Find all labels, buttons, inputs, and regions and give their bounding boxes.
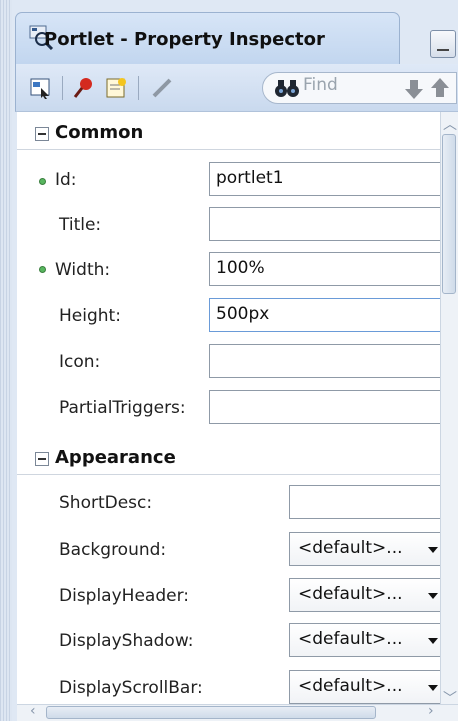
display-shadow-select[interactable]: <default>... (289, 623, 444, 657)
background-select[interactable]: <default>... (289, 532, 444, 566)
pencil-icon[interactable] (150, 76, 174, 100)
title-field[interactable] (209, 207, 444, 241)
section-appearance-header[interactable]: Appearance (17, 444, 444, 474)
short-desc-field[interactable] (289, 485, 444, 519)
properties-pane: Common Id: portlet1 Title: Width: 100% H… (17, 112, 444, 704)
display-header-select[interactable]: <default>... (289, 578, 444, 612)
scroll-right-icon[interactable]: › (428, 703, 434, 719)
width-field[interactable]: 100% (209, 252, 444, 286)
horizontal-scroll-thumb[interactable] (46, 706, 376, 719)
prop-label-display-header: DisplayHeader: (59, 586, 189, 606)
scroll-left-icon[interactable]: ‹ (30, 703, 36, 719)
id-field[interactable]: portlet1 (209, 162, 444, 196)
section-common-header[interactable]: Common (17, 119, 444, 149)
section-divider (17, 149, 444, 150)
toolbar (15, 64, 458, 112)
collapse-icon[interactable] (35, 127, 49, 141)
prop-label-partial-triggers: PartialTriggers: (59, 398, 186, 418)
vertical-scroll-thumb[interactable] (442, 134, 456, 294)
required-indicator-icon (39, 178, 46, 185)
prop-label-background: Background: (59, 540, 167, 560)
section-divider (17, 474, 444, 475)
prop-label-short-desc: ShortDesc: (59, 493, 153, 513)
display-scrollbar-select-value: <default>... (298, 676, 403, 696)
height-field[interactable]: 500px (209, 298, 444, 332)
toolbar-separator (62, 76, 63, 100)
find-field[interactable] (262, 72, 457, 104)
prop-label-width: Width: (55, 260, 111, 280)
toolbar-separator (138, 76, 139, 100)
chevron-down-icon[interactable] (428, 685, 438, 691)
chevron-down-icon[interactable] (428, 638, 438, 644)
arrow-down-icon[interactable] (403, 78, 425, 100)
display-header-select-value: <default>... (298, 584, 403, 604)
binoculars-icon[interactable] (273, 77, 301, 99)
select-icon[interactable] (29, 76, 53, 100)
required-indicator-icon (39, 266, 46, 273)
section-appearance-label: Appearance (55, 447, 176, 468)
find-placeholder: Find (303, 75, 338, 95)
icon-field[interactable] (209, 344, 444, 378)
edit-properties-icon[interactable] (104, 76, 128, 100)
pin-icon[interactable] (72, 76, 96, 100)
panel-title: Portlet - Property Inspector (44, 29, 325, 50)
partial-triggers-field[interactable] (209, 390, 444, 424)
section-common-label: Common (55, 122, 144, 143)
prop-label-display-shadow: DisplayShadow: (59, 631, 194, 651)
background-select-value: <default>... (298, 538, 403, 558)
chevron-down-icon[interactable] (428, 547, 438, 553)
prop-label-display-scrollbar: DisplayScrollBar: (59, 678, 203, 698)
minimize-button[interactable] (430, 30, 456, 58)
prop-label-id: Id: (55, 170, 77, 190)
arrow-up-icon[interactable] (429, 77, 451, 99)
panel-left-edge (0, 0, 12, 721)
prop-label-title: Title: (59, 215, 102, 235)
prop-label-height: Height: (59, 306, 121, 326)
prop-label-icon: Icon: (59, 352, 101, 372)
collapse-icon[interactable] (35, 452, 49, 466)
scroll-up-icon[interactable]: ︿ (443, 114, 457, 134)
display-shadow-select-value: <default>... (298, 629, 403, 649)
chevron-down-icon[interactable] (428, 593, 438, 599)
display-scrollbar-select[interactable]: <default>... (289, 670, 444, 704)
